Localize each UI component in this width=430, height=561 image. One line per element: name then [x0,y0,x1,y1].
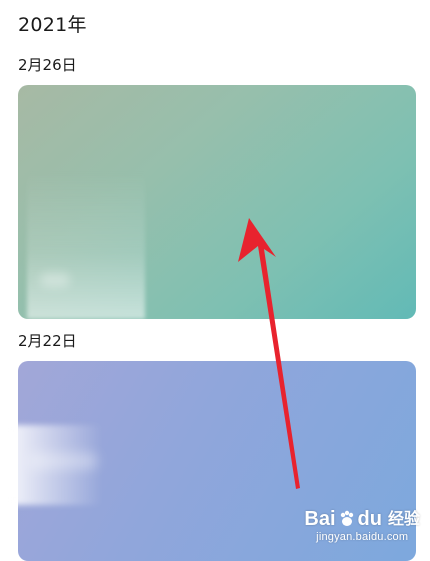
watermark-brand-right: du [357,508,382,530]
paw-icon [340,510,353,526]
red-arrow-annotation [238,218,300,489]
watermark-url: jingyan.baidu.com [316,531,409,543]
baidu-watermark: Bai du 经验 jingyan.baidu.com [304,508,420,544]
arrow-up-icon [238,218,300,489]
watermark-brand-cn: 经验 [387,509,420,528]
watermark-brand-left: Bai [304,508,336,530]
watermark-brand: Bai du 经验 [304,508,420,530]
